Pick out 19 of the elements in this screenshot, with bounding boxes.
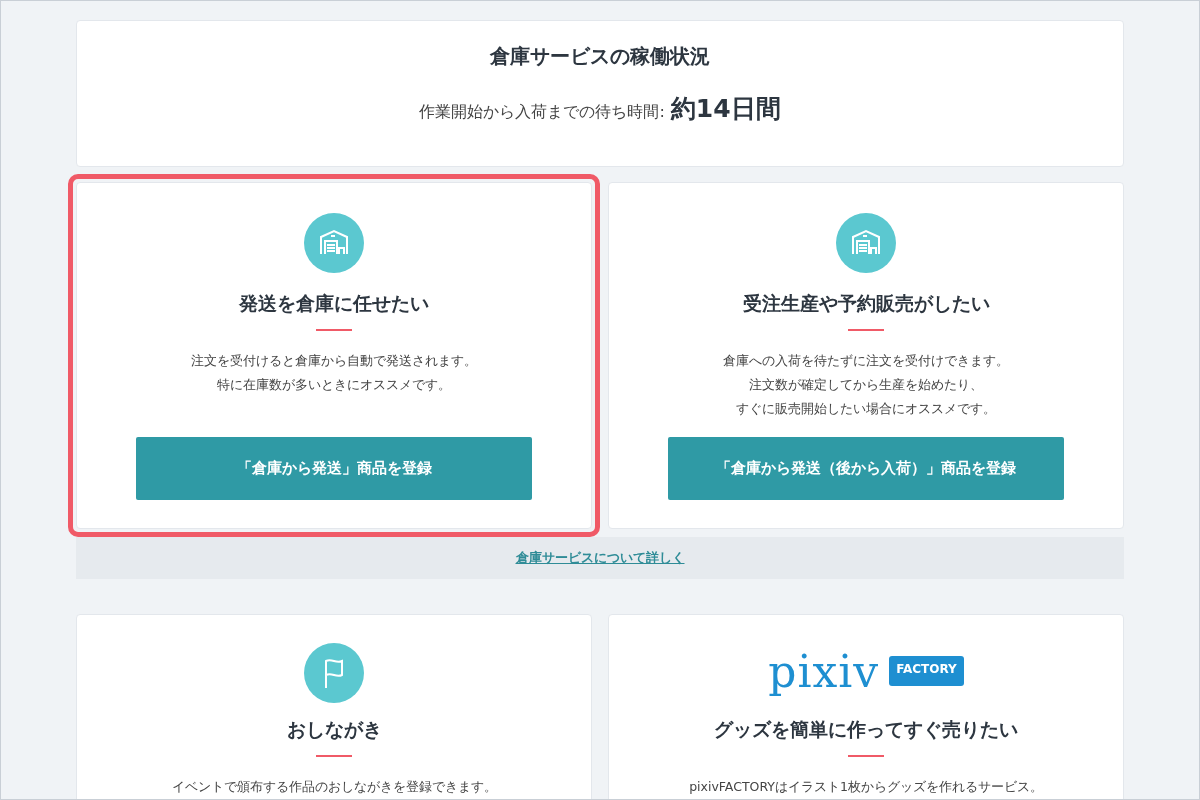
card-description: 倉庫への入荷を待たずに注文を受付けできます。 注文数が確定してから生産を始めたり、 すぐに販売開始したい場合にオススメです。 bbox=[723, 352, 1009, 418]
wait-label: 作業開始から入荷までの待ち時間: bbox=[419, 102, 665, 123]
logo-badge: FACTORY bbox=[889, 656, 964, 686]
logo-wordmark: pixiv bbox=[768, 645, 880, 697]
wait-value: 約14日間 bbox=[670, 93, 781, 125]
warehouse-icon bbox=[836, 213, 896, 273]
register-button[interactable]: 「倉庫から発送」商品を登録 bbox=[136, 437, 532, 500]
card-description: 注文を受付けると倉庫から自動で発送されます。 特に在庫数が多いときにオススメです。 bbox=[191, 352, 477, 394]
flag-icon bbox=[304, 643, 364, 703]
card-title: 発送を倉庫に任せたい bbox=[239, 291, 429, 316]
card-title: 受注生産や予約販売がしたい bbox=[742, 291, 990, 316]
card-description: イベントで頒布する作品のおしながきを登録できます。 bbox=[171, 778, 497, 796]
card-description: pixivFACTORYはイラスト1枚からグッズを作れるサービス。 bbox=[689, 778, 1043, 796]
more-link[interactable]: 倉庫サービスについて詳しく bbox=[515, 549, 685, 567]
status-title: 倉庫サービスの稼働状況 bbox=[489, 43, 711, 70]
register-button[interactable]: 「倉庫から発送（後から入荷）」商品を登録 bbox=[668, 437, 1064, 500]
warehouse-icon bbox=[304, 213, 364, 273]
card-title: グッズを簡単に作ってすぐ売りたい bbox=[714, 717, 1018, 742]
card-title: おしながき bbox=[286, 717, 382, 742]
